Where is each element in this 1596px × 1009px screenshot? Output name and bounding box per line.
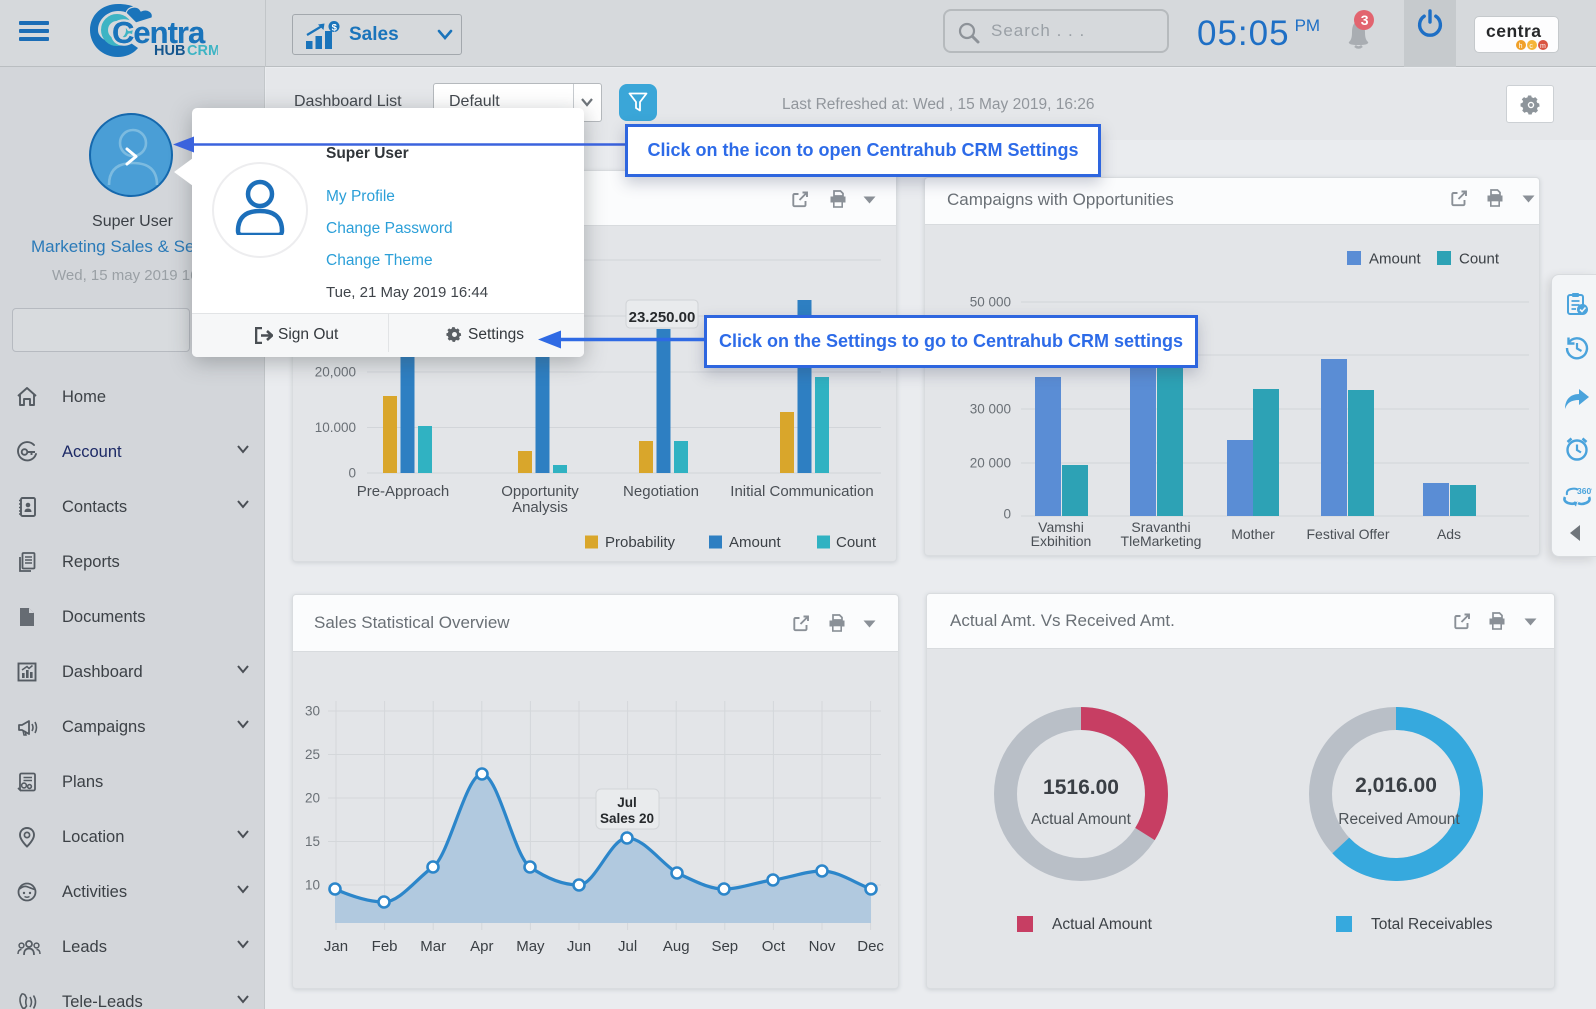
svg-text:23.250.00: 23.250.00 <box>629 309 696 326</box>
svg-text:Jun: Jun <box>567 938 591 955</box>
svg-text:Ads: Ads <box>1437 526 1461 542</box>
svg-text:20: 20 <box>305 791 320 806</box>
svg-text:50 000: 50 000 <box>970 295 1011 310</box>
svg-text:Exbihition: Exbihition <box>1031 533 1092 549</box>
svg-text:Festival Offer: Festival Offer <box>1307 526 1390 542</box>
svg-text:20 000: 20 000 <box>970 456 1011 471</box>
svg-text:CRM: CRM <box>187 43 218 59</box>
svg-text:Sales 20: Sales 20 <box>600 811 654 826</box>
svg-text:Dec: Dec <box>857 938 884 955</box>
svg-text:Probability: Probability <box>605 534 676 551</box>
svg-text:Actual Amount: Actual Amount <box>1031 811 1132 828</box>
svg-text:Count: Count <box>1459 251 1500 268</box>
svg-text:Received Amount: Received Amount <box>1338 811 1460 828</box>
svg-text:m: m <box>1540 43 1546 50</box>
svg-text:Feb: Feb <box>372 938 398 955</box>
svg-text:May: May <box>516 938 545 955</box>
svg-text:Aug: Aug <box>663 938 690 955</box>
svg-text:Oct: Oct <box>762 938 786 955</box>
svg-text:Mar: Mar <box>420 938 446 955</box>
svg-text:3: 3 <box>1361 12 1369 28</box>
svg-text:Amount: Amount <box>729 534 782 551</box>
svg-text:TleMarketing: TleMarketing <box>1121 533 1202 549</box>
svg-text:20,000: 20,000 <box>315 365 356 380</box>
svg-text:Jul: Jul <box>618 938 637 955</box>
svg-text:0: 0 <box>348 466 356 481</box>
svg-text:$: $ <box>332 22 338 33</box>
svg-text:Nov: Nov <box>809 938 836 955</box>
svg-text:Total Receivables: Total Receivables <box>1371 916 1493 933</box>
svg-text:c: c <box>1529 43 1533 50</box>
svg-text:10.000: 10.000 <box>315 420 356 435</box>
svg-text:HUB: HUB <box>154 43 185 59</box>
svg-text:Jan: Jan <box>324 938 348 955</box>
svg-text:Sep: Sep <box>711 938 738 955</box>
svg-text:0: 0 <box>1003 507 1011 522</box>
svg-text:Initial Communication: Initial Communication <box>730 483 873 500</box>
svg-text:Count: Count <box>836 534 877 551</box>
svg-text:25: 25 <box>305 747 320 762</box>
svg-text:Analysis: Analysis <box>512 499 568 516</box>
svg-text:Jul: Jul <box>617 795 637 810</box>
svg-text:Actual Amount: Actual Amount <box>1052 916 1153 933</box>
svg-text:10: 10 <box>305 878 320 893</box>
svg-text:Pre-Approach: Pre-Approach <box>357 483 450 500</box>
svg-text:Apr: Apr <box>470 938 493 955</box>
svg-text:15: 15 <box>305 834 320 849</box>
svg-text:h: h <box>1519 43 1523 50</box>
svg-text:Negotiation: Negotiation <box>623 483 699 500</box>
svg-text:Opportunity: Opportunity <box>501 483 579 500</box>
svg-text:Amount: Amount <box>1369 251 1422 268</box>
svg-text:30: 30 <box>305 704 320 719</box>
svg-text:Mother: Mother <box>1231 526 1275 542</box>
svg-text:2,016.00: 2,016.00 <box>1355 774 1437 797</box>
svg-text:360°: 360° <box>1577 486 1592 496</box>
svg-text:30 000: 30 000 <box>970 402 1011 417</box>
svg-text:1516.00: 1516.00 <box>1043 776 1119 799</box>
